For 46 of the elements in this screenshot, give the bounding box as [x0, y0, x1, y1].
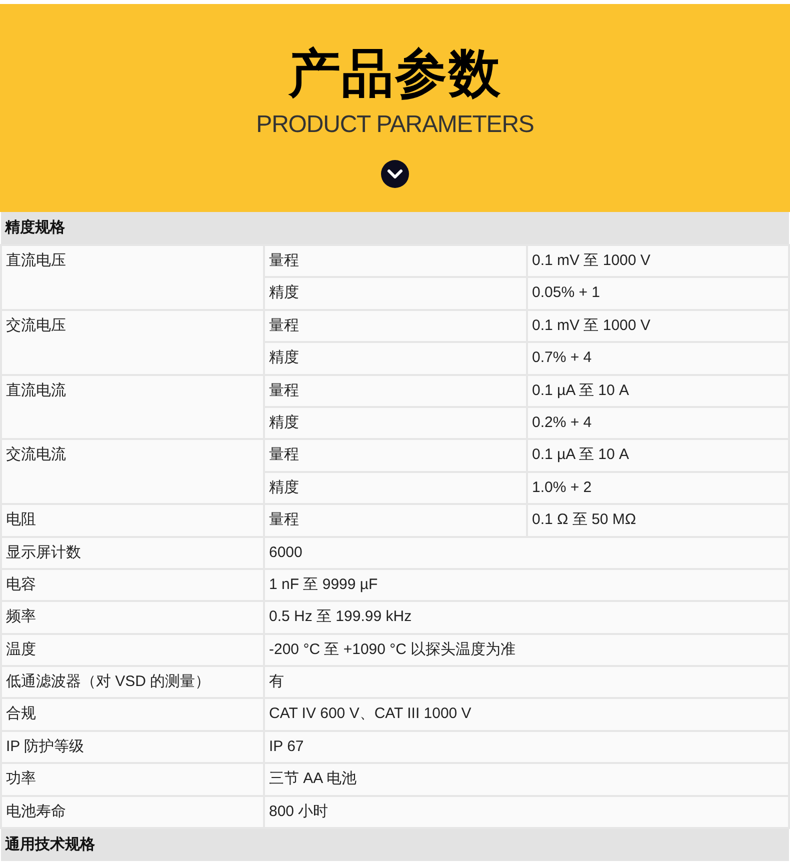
table-cell: 温度 — [1, 634, 264, 666]
table-cell: 交流电压 — [1, 310, 264, 375]
table-cell: 显示屏计数 — [1, 536, 264, 569]
table-cell: 量程 — [264, 439, 527, 472]
table-cell: 有 — [264, 666, 789, 698]
table-cell: 800 小时 — [264, 796, 789, 828]
section-header: 精度规格 — [1, 212, 789, 245]
table-cell: 0.7% + 4 — [527, 342, 789, 375]
table-cell: 6000 — [264, 536, 789, 569]
table-cell: 合规 — [1, 698, 264, 731]
table-cell: 1 nF 至 9999 µF — [264, 568, 789, 602]
table-cell: 电容 — [1, 568, 264, 602]
table-cell: 0.1 Ω 至 50 MΩ — [527, 504, 789, 537]
table-cell: 精度 — [264, 406, 527, 440]
page-title: 产品参数 — [288, 44, 502, 105]
chevron-down-icon[interactable] — [381, 160, 409, 188]
table-cell: 精度 — [264, 472, 527, 504]
table-cell: 0.1 mV 至 1000 V — [527, 245, 789, 278]
page-subtitle: PRODUCT PARAMETERS — [256, 110, 534, 140]
table-cell: 低通滤波器（对 VSD 的测量） — [1, 666, 264, 698]
table-cell: -200 °C 至 +1090 °C 以探头温度为准 — [264, 634, 789, 666]
table-cell: 0.5 Hz 至 199.99 kHz — [264, 601, 789, 634]
table-cell: 交流电流 — [1, 439, 264, 504]
table-cell: 量程 — [264, 504, 527, 537]
table-cell: 0.1 mV 至 1000 V — [527, 310, 789, 342]
table-cell: 0.05% + 1 — [527, 277, 789, 310]
section-header: 通用技术规格 — [1, 828, 789, 862]
table-cell: 0.2% + 4 — [527, 406, 789, 440]
table-cell: 0.1 µA 至 10 A — [527, 439, 789, 472]
table-cell: CAT IV 600 V、CAT III 1000 V — [264, 698, 789, 731]
table-cell: 直流电流 — [1, 374, 264, 440]
table-cell: 直流电压 — [1, 245, 264, 310]
table-cell: 电阻 — [1, 504, 264, 537]
table-cell: 功率 — [1, 763, 264, 796]
table-cell: 量程 — [264, 374, 527, 407]
table-cell: 量程 — [264, 245, 527, 278]
table-cell: 量程 — [264, 310, 527, 342]
table-cell: 电池寿命 — [1, 796, 264, 828]
table-cell: IP 防护等级 — [1, 730, 264, 764]
table-cell: 精度 — [264, 342, 527, 375]
table-cell: 精度 — [264, 277, 527, 310]
table-cell: 0.1 µA 至 10 A — [527, 374, 789, 407]
table-cell: 频率 — [1, 601, 264, 634]
table-cell: IP 67 — [264, 730, 789, 764]
table-cell: 1.0% + 2 — [527, 472, 789, 504]
table-cell: 三节 AA 电池 — [264, 763, 789, 796]
